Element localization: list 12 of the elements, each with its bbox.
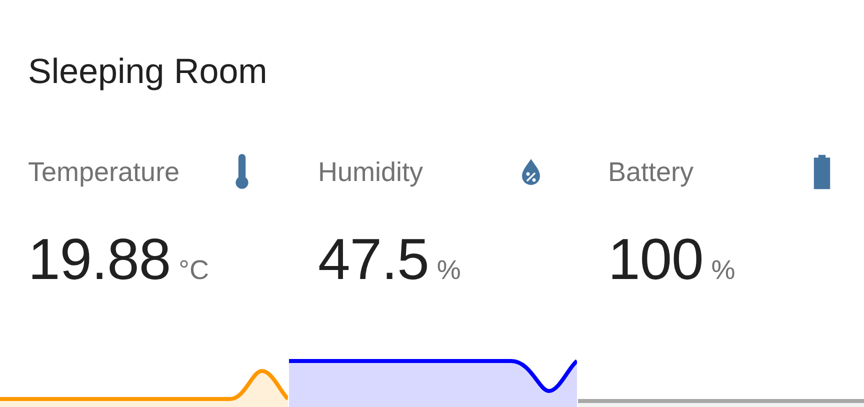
unit-label: % — [436, 255, 461, 286]
sensor-value: 19.88 — [28, 226, 171, 293]
card-title: Sleeping Room — [28, 51, 268, 93]
sensor-label: Humidity — [318, 156, 424, 188]
battery-icon — [811, 154, 833, 190]
unit-label: % — [711, 255, 736, 286]
humidity-drop-icon — [519, 158, 543, 186]
sensor-value: 47.5 — [318, 226, 429, 293]
sensor-label: Battery — [608, 156, 694, 188]
unit-label: °C — [178, 255, 209, 286]
sensor-value: 100 — [608, 226, 704, 293]
sensor-label: Temperature — [28, 156, 180, 188]
